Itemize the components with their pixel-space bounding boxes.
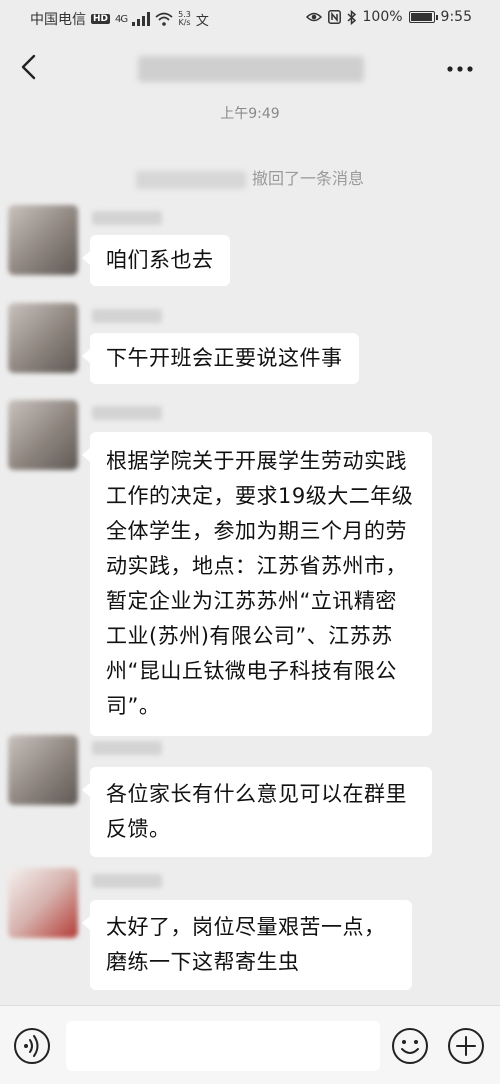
status-right: 100% 9:55 [305,9,472,25]
nfc-icon [327,10,341,24]
sender-name-redacted [92,406,162,420]
battery-fill [410,13,432,21]
message-bubble[interactable]: 各位家长有什么意见可以在群里反馈。 [82,767,432,857]
recaller-name-redacted [135,170,246,189]
status-left: 中国电信 HD 4G 5.3 K/s 文 [30,9,209,29]
hd-badge: HD [91,14,111,24]
signal-indicator: 4G [115,13,128,25]
battery-percent: 100% [362,9,403,25]
avatar[interactable] [8,205,78,275]
avatar[interactable] [8,400,78,470]
carrier-label: 中国电信 [30,12,86,28]
recall-notice: 撤回了一条消息 [0,165,500,189]
message-bubble[interactable]: 咱们系也去 [82,235,230,286]
message-bubble[interactable]: 根据学院关于开展学生劳动实践工作的决定，要求19级大二年级全体学生，参加为期三个… [82,432,432,736]
notification-icon: 文 [195,13,209,29]
message-bubble[interactable]: 下午开班会正要说这件事 [82,333,359,384]
voice-icon[interactable] [12,1026,52,1066]
emoji-icon[interactable] [390,1026,430,1066]
bluetooth-icon [347,9,356,25]
recall-notice-text: 撤回了一条消息 [251,169,364,188]
input-bar [0,1005,500,1084]
chat-header [0,38,500,98]
speed-unit: K/s [178,18,191,27]
chat-screen: 中国电信 HD 4G 5.3 K/s 文 100% 9:55 上午9:49 撤回… [0,0,500,1084]
sender-name-redacted [92,741,162,755]
network-speed: 5.3 K/s [178,11,191,27]
message-bubble[interactable]: 太好了，岗位尽量艰苦一点，磨练一下这帮寄生虫 [82,900,412,990]
avatar[interactable] [8,868,78,938]
chat-timestamp: 上午9:49 [220,106,280,122]
battery-icon [408,11,438,23]
message-input[interactable] [66,1021,380,1071]
signal-bars-icon [132,12,151,26]
chevron-left-icon[interactable] [18,52,40,82]
sender-name-redacted [92,874,162,888]
more-dots-icon[interactable] [446,65,474,73]
clock: 9:55 [440,9,472,25]
sender-name-redacted [92,211,162,225]
avatar[interactable] [8,303,78,373]
eye-icon [305,12,322,22]
status-bar: 中国电信 HD 4G 5.3 K/s 文 100% 9:55 [0,0,500,36]
chat-title-redacted [138,56,364,82]
plus-icon[interactable] [446,1026,486,1066]
wifi-icon [155,12,173,26]
avatar[interactable] [8,735,78,805]
sender-name-redacted [92,309,162,323]
